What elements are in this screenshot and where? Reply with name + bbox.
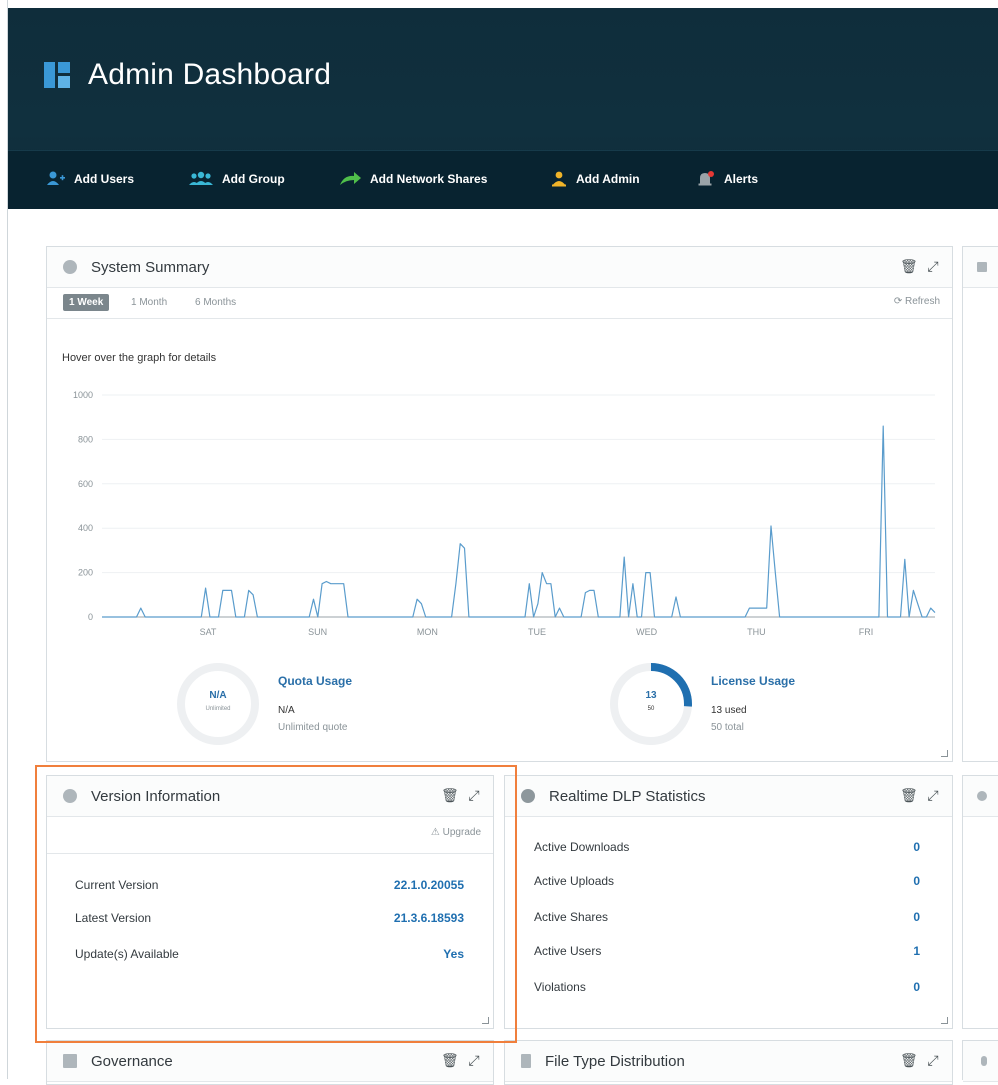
version-info-title: Version Information bbox=[91, 787, 221, 805]
y-tick-label: 0 bbox=[88, 612, 93, 622]
y-tick-label: 1000 bbox=[73, 390, 93, 400]
right-panel-mid bbox=[962, 775, 998, 1029]
quota-gauge-value: N/A bbox=[209, 690, 227, 701]
governance-icon bbox=[63, 1054, 77, 1068]
pie-chart-icon bbox=[521, 789, 535, 803]
delete-icon[interactable]: 🗑 bbox=[900, 1053, 918, 1067]
quota-gauge bbox=[177, 663, 259, 745]
x-tick-label: THU bbox=[747, 627, 766, 637]
governance-panel: Governance 🗑 ⤢ bbox=[46, 1040, 494, 1085]
license-usage-line2: 50 total bbox=[711, 722, 744, 733]
delete-icon[interactable]: 🗑 bbox=[900, 788, 918, 802]
dlp-row-value[interactable]: 1 bbox=[880, 944, 920, 958]
file-icon bbox=[521, 1054, 531, 1068]
dlp-row-label: Violations bbox=[534, 980, 586, 994]
y-tick-label: 200 bbox=[78, 568, 93, 578]
dlp-row-value[interactable]: 0 bbox=[880, 840, 920, 854]
file-type-title: File Type Distribution bbox=[545, 1052, 685, 1070]
dlp-panel-tools: 🗑 ⤢ bbox=[900, 788, 940, 802]
license-gauge bbox=[610, 663, 692, 745]
info-icon bbox=[63, 789, 77, 803]
governance-tools: 🗑 ⤢ bbox=[441, 1053, 481, 1067]
x-tick-label: SAT bbox=[200, 627, 217, 637]
upgrade-icon: ⚠ bbox=[430, 827, 443, 838]
license-usage-title[interactable]: License Usage bbox=[711, 674, 795, 688]
latest-version-value: 21.3.6.18593 bbox=[393, 911, 464, 925]
y-tick-label: 400 bbox=[78, 523, 93, 533]
delete-icon[interactable]: 🗑 bbox=[441, 1053, 459, 1067]
x-tick-label: MON bbox=[417, 627, 438, 637]
dlp-row-label: Active Uploads bbox=[534, 874, 615, 888]
latest-version-label: Latest Version bbox=[75, 911, 152, 925]
current-version-label: Current Version bbox=[75, 878, 159, 892]
expand-icon[interactable]: ⤢ bbox=[926, 788, 940, 802]
version-subbar: ⚠ Upgrade bbox=[47, 817, 493, 854]
dlp-row-value[interactable]: 0 bbox=[880, 980, 920, 994]
dlp-row-label: Active Users bbox=[534, 944, 602, 958]
dlp-stats-title: Realtime DLP Statistics bbox=[549, 787, 706, 805]
right-panel-top-header bbox=[963, 247, 998, 288]
right-panel-top bbox=[962, 246, 998, 762]
right-panel-bottom bbox=[962, 1040, 998, 1082]
license-usage-line1: 13 used bbox=[711, 705, 747, 716]
license-gauge-value: 13 bbox=[645, 690, 657, 701]
current-version-value: 22.1.0.20055 bbox=[393, 878, 464, 892]
dlp-row-value[interactable]: 0 bbox=[880, 910, 920, 924]
dlp-stats-header: Realtime DLP Statistics 🗑 ⤢ bbox=[505, 776, 952, 817]
upgrade-button[interactable]: ⚠ Upgrade bbox=[431, 827, 481, 838]
file-type-header: File Type Distribution 🗑 ⤢ bbox=[505, 1041, 952, 1082]
location-pin-icon bbox=[981, 1056, 987, 1066]
quota-usage-line1: N/A bbox=[278, 705, 295, 716]
resize-handle[interactable] bbox=[482, 1017, 489, 1024]
bar-chart-icon bbox=[977, 262, 987, 272]
right-panel-bottom-header bbox=[963, 1041, 998, 1082]
y-tick-label: 800 bbox=[78, 434, 93, 444]
upgrade-label: Upgrade bbox=[442, 827, 481, 838]
delete-icon[interactable]: 🗑 bbox=[441, 788, 459, 802]
series-line[interactable] bbox=[102, 425, 936, 618]
x-tick-label: FRI bbox=[859, 627, 874, 637]
panel-icon bbox=[977, 791, 987, 801]
governance-title: Governance bbox=[91, 1052, 173, 1070]
quota-usage-line2: Unlimited quote bbox=[278, 722, 348, 733]
updates-available-value: Yes bbox=[443, 947, 464, 961]
y-tick-label: 600 bbox=[78, 479, 93, 489]
dlp-row-label: Active Downloads bbox=[534, 840, 630, 854]
expand-icon[interactable]: ⤢ bbox=[467, 788, 481, 802]
version-info-panel: Version Information 🗑 ⤢ ⚠ Upgrade bbox=[46, 775, 494, 1029]
quota-usage-title[interactable]: Quota Usage bbox=[278, 674, 352, 688]
version-info-header: Version Information 🗑 ⤢ bbox=[47, 776, 493, 817]
quota-gauge-sub: Unlimited bbox=[205, 706, 231, 712]
file-type-panel: File Type Distribution 🗑 ⤢ bbox=[504, 1040, 953, 1085]
expand-icon[interactable]: ⤢ bbox=[467, 1053, 481, 1067]
file-type-tools: 🗑 ⤢ bbox=[900, 1053, 940, 1067]
governance-header: Governance 🗑 ⤢ bbox=[47, 1041, 493, 1082]
expand-icon[interactable]: ⤢ bbox=[926, 1053, 940, 1067]
dlp-row-label: Active Shares bbox=[534, 910, 609, 924]
x-tick-label: SUN bbox=[308, 627, 327, 637]
updates-available-label: Update(s) Available bbox=[75, 947, 179, 961]
x-tick-label: WED bbox=[636, 627, 657, 637]
version-panel-tools: 🗑 ⤢ bbox=[441, 788, 481, 802]
right-panel-mid-header bbox=[963, 776, 998, 817]
x-tick-label: TUE bbox=[528, 627, 546, 637]
license-gauge-sub: 50 bbox=[647, 706, 655, 712]
dlp-row-value[interactable]: 0 bbox=[880, 874, 920, 888]
resize-handle[interactable] bbox=[941, 1017, 948, 1024]
